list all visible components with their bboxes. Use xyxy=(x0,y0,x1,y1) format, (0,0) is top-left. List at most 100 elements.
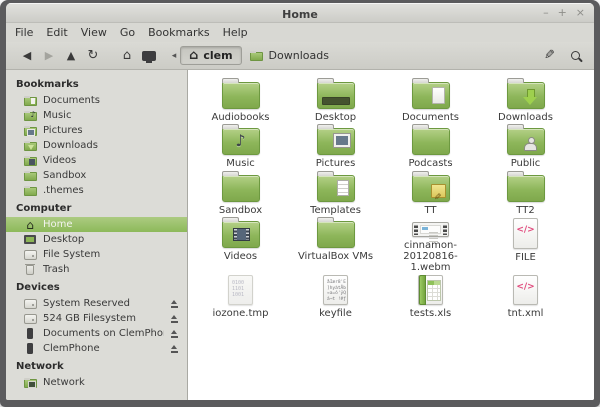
icon-wrap xyxy=(23,184,37,197)
menu-go[interactable]: Go xyxy=(120,26,135,39)
sidebar-item-home[interactable]: ⌂ Home xyxy=(6,217,187,232)
menu-edit[interactable]: Edit xyxy=(46,26,67,39)
close-button[interactable]: × xyxy=(576,3,585,23)
folder-templates-icon xyxy=(317,175,355,202)
maximize-button[interactable]: + xyxy=(558,3,567,23)
file-tests-xls[interactable]: tests.xls xyxy=(383,273,478,319)
menu-file[interactable]: File xyxy=(15,26,33,39)
sidebar-header-computer: Computer xyxy=(6,198,187,217)
sidebar-item-label: Pictures xyxy=(43,125,83,136)
spreadsheet-file-icon xyxy=(418,275,443,305)
file-label: VirtualBox VMs xyxy=(298,251,373,262)
file-templates[interactable]: Templates xyxy=(288,170,383,216)
file-podcasts[interactable]: Podcasts xyxy=(383,123,478,170)
menu-help[interactable]: Help xyxy=(223,26,248,39)
minimize-button[interactable]: – xyxy=(543,3,549,23)
sidebar-item-downloads[interactable]: Downloads xyxy=(6,138,187,153)
file-audiobooks[interactable]: Audiobooks xyxy=(193,77,288,123)
file-label: Podcasts xyxy=(408,158,452,169)
folder-icon xyxy=(24,172,37,181)
sidebar-item-label: ClemPhone xyxy=(43,343,100,354)
edit-location-button[interactable]: ✎ xyxy=(544,48,555,63)
file-documents[interactable]: Documents xyxy=(383,77,478,123)
file-keyfile[interactable]: åIær8'E ]hyàtÅb ¤a=ó'ÿQ â¬t !#ƒ keyfile xyxy=(288,273,383,319)
search-button[interactable] xyxy=(571,51,580,60)
menu-view[interactable]: View xyxy=(81,26,107,39)
home-button[interactable]: ⌂ xyxy=(116,48,138,63)
file-tt[interactable]: ✎ TT xyxy=(383,170,478,216)
file-videos[interactable]: Videos xyxy=(193,216,288,273)
eject-button[interactable] xyxy=(170,300,179,308)
computer-button[interactable] xyxy=(138,49,160,62)
video-file-icon xyxy=(412,222,449,237)
sidebar: Bookmarks Documents Music Pictures Downl… xyxy=(6,70,188,400)
phone-icon xyxy=(27,328,33,339)
file-label: TT2 xyxy=(516,205,534,216)
sidebar-item-label: Videos xyxy=(43,155,76,166)
sidebar-item-label: Music xyxy=(43,110,71,121)
file-pictures[interactable]: Pictures xyxy=(288,123,383,170)
sidebar-item-music[interactable]: Music xyxy=(6,108,187,123)
sidebar-item-file-system[interactable]: File System xyxy=(6,247,187,262)
file-sandbox[interactable]: Sandbox xyxy=(193,170,288,216)
menubar: File Edit View Go Bookmarks Help xyxy=(6,23,594,42)
refresh-button[interactable]: ↻ xyxy=(82,48,104,63)
file-public[interactable]: Public xyxy=(478,123,573,170)
sidebar-item-documents[interactable]: Documents xyxy=(6,93,187,108)
sidebar-item-sandbox[interactable]: Sandbox xyxy=(6,168,187,183)
sidebar-item-desktop[interactable]: Desktop xyxy=(6,232,187,247)
forward-button[interactable]: ▶ xyxy=(38,49,60,62)
file-grid: Audiobooks Desktop Documents Downloads ♪… xyxy=(188,70,594,319)
breadcrumb-downloads[interactable]: Downloads xyxy=(242,47,337,64)
titlebar[interactable]: Home – + × xyxy=(6,3,594,23)
file-view[interactable]: Audiobooks Desktop Documents Downloads ♪… xyxy=(188,70,594,400)
sidebar-item-trash[interactable]: Trash xyxy=(6,262,187,277)
sidebar-header-bookmarks: Bookmarks xyxy=(6,74,187,93)
sidebar-item-524gb-filesystem[interactable]: 524 GB Filesystem xyxy=(6,311,187,326)
icon-wrap xyxy=(23,139,37,152)
sidebar-item-themes[interactable]: .themes xyxy=(6,183,187,198)
phone-icon xyxy=(27,343,33,354)
folder-icon xyxy=(250,52,263,61)
sidebar-item-videos[interactable]: Videos xyxy=(6,153,187,168)
file-iozone-tmp[interactable]: 0100 1101 1001 iozone.tmp xyxy=(193,273,288,319)
music-note-icon: ♪ xyxy=(223,131,259,150)
sidebar-header-network: Network xyxy=(6,356,187,375)
breadcrumb-clem[interactable]: ⌂ clem xyxy=(180,46,242,65)
file-desktop[interactable]: Desktop xyxy=(288,77,383,123)
file-virtualbox-vms[interactable]: VirtualBox VMs xyxy=(288,216,383,273)
icon-wrap xyxy=(23,327,37,340)
eject-button[interactable] xyxy=(170,330,179,338)
folder-documents-icon xyxy=(24,97,37,106)
icon-wrap xyxy=(23,376,37,389)
sidebar-item-pictures[interactable]: Pictures xyxy=(6,123,187,138)
file-tnt-xml[interactable]: </> tnt.xml xyxy=(478,273,573,319)
icon-wrap xyxy=(23,248,37,261)
text-file-icon: åIær8'E ]hyàtÅb ¤a=ó'ÿQ â¬t !#ƒ xyxy=(323,275,348,305)
up-button[interactable]: ▲ xyxy=(60,49,82,62)
sidebar-item-system-reserved[interactable]: System Reserved xyxy=(6,296,187,311)
icon-wrap xyxy=(23,109,37,122)
sidebar-item-documents-on-clemphone[interactable]: Documents on ClemPhone xyxy=(6,326,187,341)
folder-note-icon: ✎ xyxy=(412,175,450,202)
file-music[interactable]: ♪ Music xyxy=(193,123,288,170)
icon-wrap xyxy=(23,263,37,276)
window-frame: Home – + × File Edit View Go Bookmarks H… xyxy=(6,3,594,400)
filmstrip-emblem-icon xyxy=(233,228,250,241)
sidebar-item-label: Sandbox xyxy=(43,170,86,181)
sidebar-item-clemphone[interactable]: ClemPhone xyxy=(6,341,187,356)
file-label: FILE xyxy=(515,252,536,263)
back-button[interactable]: ◀ xyxy=(16,49,38,62)
eject-button[interactable] xyxy=(170,345,179,353)
file-downloads[interactable]: Downloads xyxy=(478,77,573,123)
breadcrumb-scroll-left-button[interactable]: ◂ xyxy=(168,51,180,61)
file-file[interactable]: </> FILE xyxy=(478,216,573,273)
file-tt2[interactable]: TT2 xyxy=(478,170,573,216)
eject-button[interactable] xyxy=(170,315,179,323)
sidebar-item-network[interactable]: Network xyxy=(6,375,187,390)
menu-bookmarks[interactable]: Bookmarks xyxy=(148,26,209,39)
file-label: Audiobooks xyxy=(211,112,269,123)
file-cinnamon-webm[interactable]: cinnamon-20120816-1.webm xyxy=(383,216,478,273)
file-label: tnt.xml xyxy=(508,308,544,319)
code-glyph-icon: </> xyxy=(514,225,537,235)
